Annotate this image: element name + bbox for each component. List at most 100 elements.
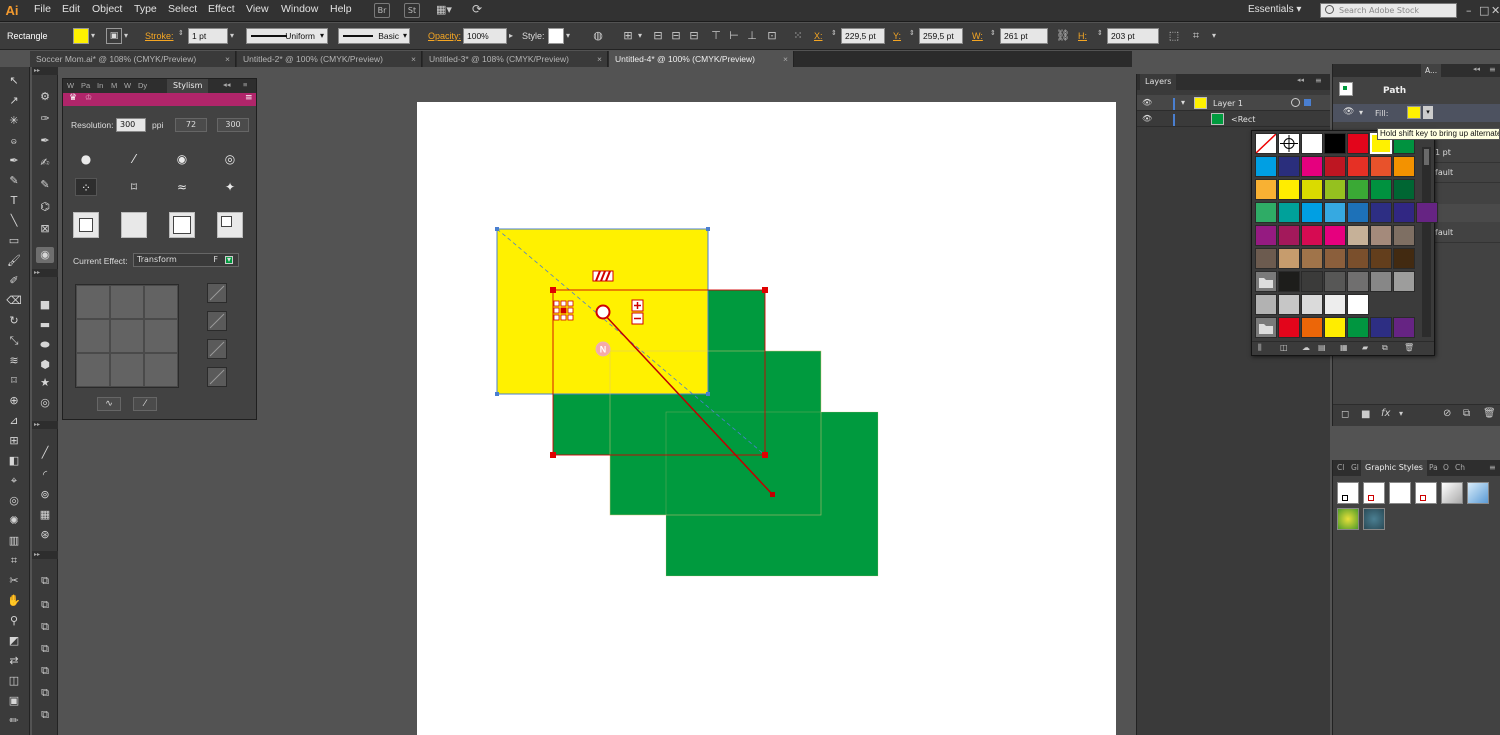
swatch[interactable]	[1393, 202, 1415, 223]
swatch-none[interactable]	[1255, 133, 1277, 154]
swatch[interactable]	[1301, 225, 1323, 246]
transform-handle-top-right[interactable]	[762, 287, 768, 293]
visibility-eye-icon[interactable]: 👁	[1142, 98, 1152, 107]
slash-button-4[interactable]	[207, 367, 227, 387]
tab-stylism[interactable]: Stylism	[167, 79, 209, 93]
tab-in[interactable]: In	[97, 81, 103, 90]
swatch[interactable]	[1255, 179, 1277, 200]
expand-triangle-icon[interactable]: ▾	[1359, 108, 1363, 117]
graphic-style-8[interactable]	[1363, 508, 1385, 530]
fill-color-swatch[interactable]	[1407, 106, 1421, 119]
panel-collapse-icon[interactable]: ◂◂	[1297, 76, 1304, 84]
effect-grid[interactable]	[75, 284, 179, 388]
graphic-style-4[interactable]	[1415, 482, 1437, 504]
swatch[interactable]	[1370, 248, 1392, 269]
swatch[interactable]	[1301, 294, 1323, 315]
swatch-folder-icon[interactable]	[1255, 317, 1277, 338]
swatch[interactable]	[1255, 225, 1277, 246]
swatch[interactable]	[1301, 179, 1323, 200]
glow-icon[interactable]: ✦	[219, 178, 241, 196]
tab-color-guide[interactable]: Cl	[1337, 463, 1344, 472]
fx-dropdown-icon[interactable]: ▾	[1399, 409, 1403, 418]
preview-square-2[interactable]	[121, 212, 147, 238]
brush-stroke-icon[interactable]: ⁄	[123, 150, 145, 168]
remove-copy-button[interactable]	[631, 312, 644, 325]
sublayer-name[interactable]: <Rect	[1231, 115, 1255, 124]
fx-icon[interactable]: fx	[1381, 408, 1390, 419]
swatch[interactable]	[1324, 248, 1346, 269]
swatch[interactable]	[1278, 156, 1300, 177]
appearance-menu-icon[interactable]: ≡	[1489, 65, 1496, 74]
swatch[interactable]	[1370, 317, 1392, 338]
effect-grid-cell[interactable]	[144, 285, 178, 319]
swatch-folder-icon[interactable]	[1255, 271, 1277, 292]
graphic-styles-menu-icon[interactable]: ≡	[1489, 463, 1496, 472]
swatch[interactable]	[1347, 317, 1369, 338]
expand-triangle-icon[interactable]: ▾	[1181, 98, 1185, 107]
swatch[interactable]	[1255, 294, 1277, 315]
move-origin-handle[interactable]	[595, 304, 611, 320]
swatch[interactable]	[1324, 294, 1346, 315]
swatch[interactable]	[1393, 225, 1415, 246]
graphic-style-3[interactable]	[1389, 482, 1411, 504]
swatch[interactable]	[1278, 271, 1300, 292]
swatch[interactable]	[1324, 202, 1346, 223]
swatch[interactable]	[1347, 248, 1369, 269]
swatch[interactable]	[1370, 202, 1392, 223]
swatch[interactable]	[1393, 248, 1415, 269]
swatch[interactable]	[1278, 248, 1300, 269]
target-circle-icon[interactable]	[1291, 98, 1300, 107]
swatch[interactable]	[1324, 156, 1346, 177]
tab-w[interactable]: W	[67, 81, 74, 90]
transform-handle-bottom-left[interactable]	[550, 452, 556, 458]
swatch[interactable]	[1393, 156, 1415, 177]
anchor-handle[interactable]	[706, 392, 710, 396]
effect-grid-cell[interactable]	[110, 319, 144, 353]
preview-square-3[interactable]	[169, 212, 195, 238]
add-copy-button[interactable]	[631, 299, 644, 312]
n-badge[interactable]: N	[595, 341, 611, 357]
graphic-style-2[interactable]	[1363, 482, 1385, 504]
transform-shape-icon[interactable]: ⌑	[123, 178, 145, 196]
swatch[interactable]	[1393, 317, 1415, 338]
visibility-eye-icon[interactable]: 👁	[1343, 107, 1354, 117]
clear-appearance-icon[interactable]: ⊘	[1443, 408, 1451, 419]
swatch[interactable]	[1301, 271, 1323, 292]
effect-grid-cell[interactable]	[76, 353, 110, 387]
slash-button-1[interactable]	[207, 283, 227, 303]
anchor-handle[interactable]	[495, 392, 499, 396]
tab-pathfinder[interactable]: Pa	[1429, 463, 1438, 472]
swatch[interactable]	[1324, 133, 1346, 154]
effect-grid-cell[interactable]	[144, 319, 178, 353]
swatch[interactable]	[1255, 156, 1277, 177]
tab-graphic-styles[interactable]: Graphic Styles	[1361, 460, 1427, 476]
delete-item-icon[interactable]: 🗑	[1483, 408, 1496, 419]
resolution-field[interactable]: 300	[116, 118, 146, 132]
swatch[interactable]	[1370, 225, 1392, 246]
tab-character[interactable]: Ch	[1455, 463, 1465, 472]
swatch[interactable]	[1324, 271, 1346, 292]
graphic-style-6[interactable]	[1467, 482, 1489, 504]
swatch-registration[interactable]	[1278, 133, 1300, 154]
swatch[interactable]	[1278, 317, 1300, 338]
tab-m[interactable]: M	[111, 81, 117, 90]
panel-menu-icon[interactable]: ≡	[243, 80, 247, 89]
swatch[interactable]	[1370, 271, 1392, 292]
effect-grid-cell[interactable]	[144, 353, 178, 387]
dot-icon[interactable]: ●	[75, 150, 97, 168]
swatch[interactable]	[1278, 294, 1300, 315]
transform-handle-top-left[interactable]	[550, 287, 556, 293]
duplicate-item-icon[interactable]: ⧉	[1463, 408, 1470, 419]
transform-handle-bottom-right[interactable]	[762, 452, 768, 458]
swatch[interactable]	[1347, 133, 1369, 154]
target-icon[interactable]: ◉	[171, 150, 193, 168]
swatch[interactable]	[1255, 202, 1277, 223]
add-fill-icon[interactable]: ■	[1361, 409, 1370, 420]
swatch[interactable]	[1393, 271, 1415, 292]
swatch[interactable]	[1370, 179, 1392, 200]
waves-icon[interactable]: ≈	[171, 178, 193, 196]
layer-row[interactable]: 👁 ▾ Layer 1	[1137, 95, 1330, 111]
orbit-icon[interactable]: ◎	[219, 150, 241, 168]
effect-grid-cell[interactable]	[76, 285, 110, 319]
slash-button-3[interactable]	[207, 339, 227, 359]
